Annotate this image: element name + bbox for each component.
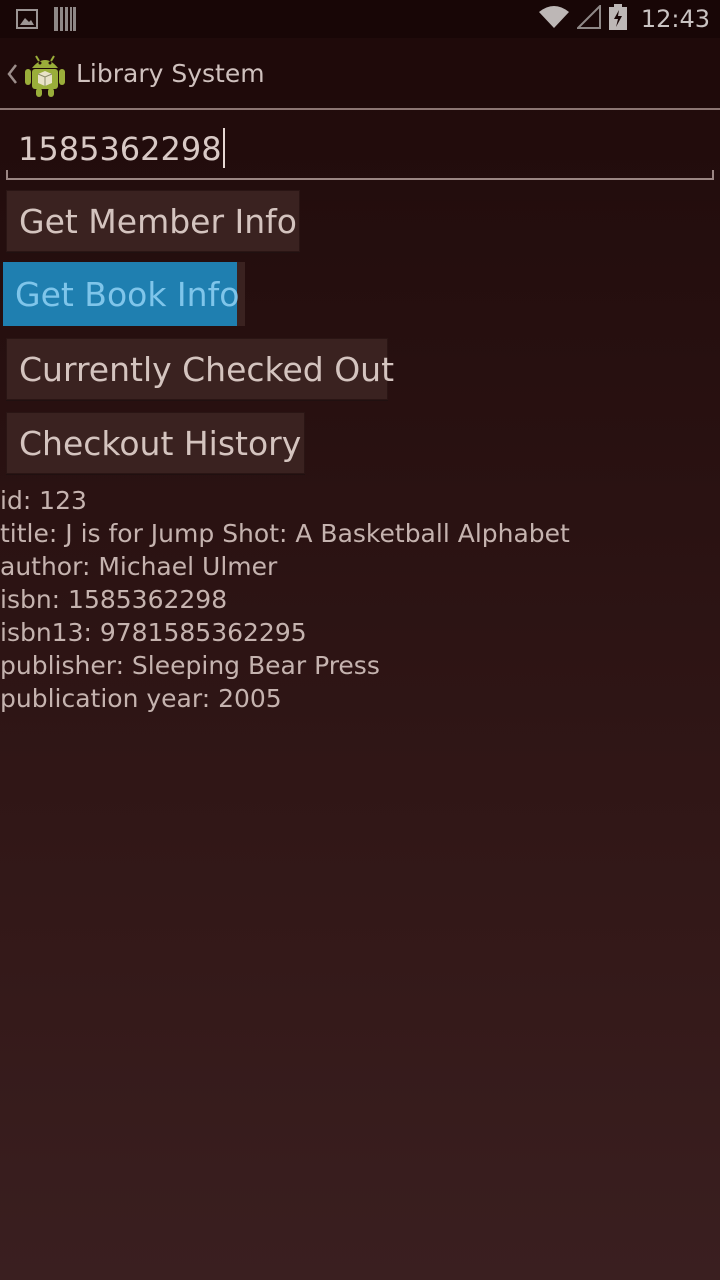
isbn-input-value: 1585362298 xyxy=(18,130,222,168)
book-id: id: 123 xyxy=(0,486,87,515)
isbn-input[interactable]: 1585362298 xyxy=(6,116,714,180)
text-cursor xyxy=(222,128,225,168)
barcode-icon xyxy=(54,0,76,38)
input-underline xyxy=(6,170,714,180)
app-title: Library System xyxy=(76,59,265,88)
book-isbn: isbn: 1585362298 xyxy=(0,585,228,614)
book-title: title: J is for Jump Shot: A Basketball … xyxy=(0,519,570,548)
book-publisher: publisher: Sleeping Bear Press xyxy=(0,651,380,680)
image-icon xyxy=(16,0,38,38)
status-bar: 12:43 xyxy=(0,0,720,38)
checkout-history-button[interactable]: Checkout History xyxy=(6,412,305,474)
book-isbn13: isbn13: 9781585362295 xyxy=(0,618,307,647)
book-info-result: id: 123 title: J is for Jump Shot: A Bas… xyxy=(0,484,720,715)
currently-checked-out-button[interactable]: Currently Checked Out xyxy=(6,338,394,400)
get-member-info-button[interactable]: Get Member Info xyxy=(6,190,300,252)
clock: 12:43 xyxy=(640,5,710,33)
book-author: author: Michael Ulmer xyxy=(0,552,278,581)
android-app-icon[interactable] xyxy=(22,50,68,98)
book-publication-year: publication year: 2005 xyxy=(0,684,282,713)
signal-icon xyxy=(575,3,601,33)
action-bar: Library System xyxy=(0,38,720,110)
battery-charging-icon xyxy=(608,4,627,34)
wifi-icon xyxy=(538,5,569,33)
get-book-info-button[interactable]: Get Book Info xyxy=(3,262,239,326)
back-chevron-icon[interactable] xyxy=(4,58,20,90)
